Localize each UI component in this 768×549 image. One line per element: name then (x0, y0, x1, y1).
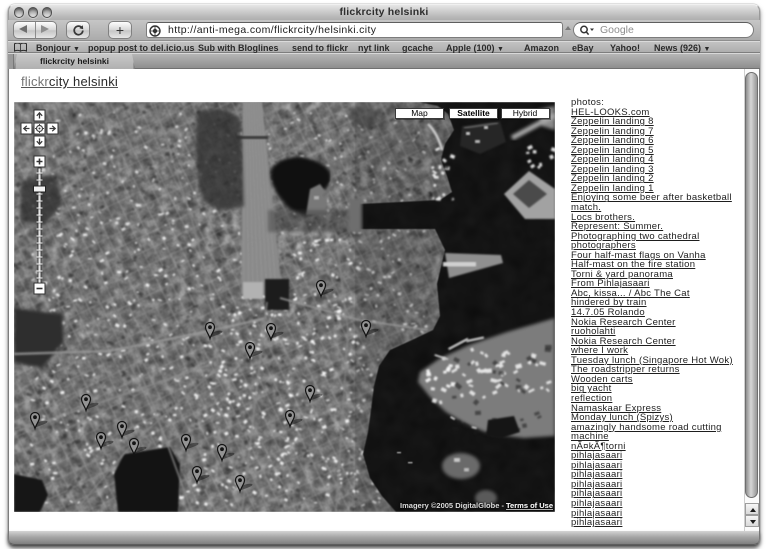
svg-text:Imagery ©2005 DigitalGlobe - T: Imagery ©2005 DigitalGlobe - Terms of Us… (400, 501, 553, 510)
